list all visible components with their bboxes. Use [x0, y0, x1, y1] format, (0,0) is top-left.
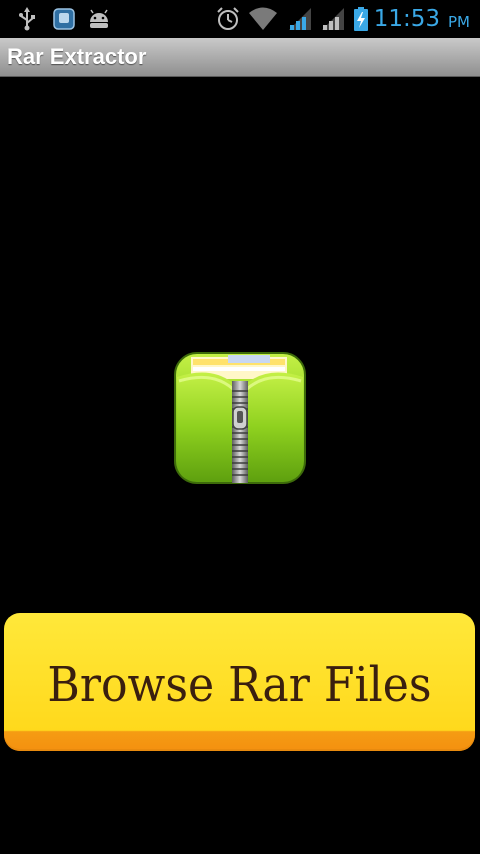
status-time: 11:53 — [373, 6, 440, 32]
android-icon — [90, 9, 108, 28]
battery-charging-icon — [354, 7, 368, 31]
signal-icon — [322, 8, 344, 30]
alarm-icon — [217, 7, 239, 30]
app-title-bar: Rar Extractor — [0, 38, 480, 77]
usb-icon — [19, 7, 35, 31]
wifi-icon — [249, 7, 277, 30]
browse-button-label: Browse Rar Files — [47, 657, 432, 713]
app-title: Rar Extractor — [7, 44, 147, 69]
signal-icon — [289, 8, 311, 30]
zip-folder-icon — [174, 352, 306, 484]
browse-rar-files-button[interactable]: Browse Rar Files — [4, 613, 475, 751]
storage-icon — [53, 8, 75, 30]
status-ampm: PM — [448, 13, 470, 31]
status-bar: 11:53 PM — [0, 0, 480, 38]
